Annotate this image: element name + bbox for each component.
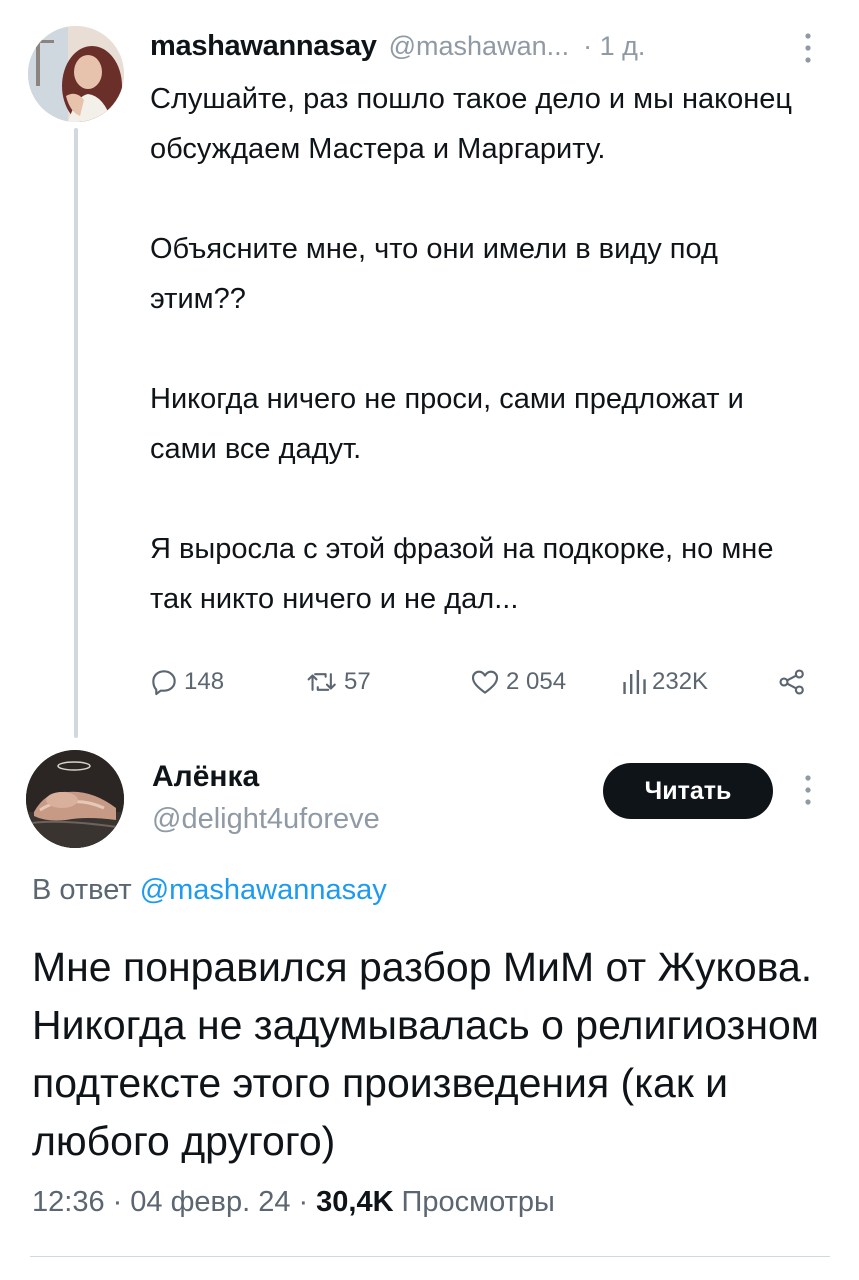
author-name[interactable]: Алёнка xyxy=(152,760,259,794)
follow-button[interactable]: Читать xyxy=(603,763,773,819)
more-vertical-icon[interactable] xyxy=(802,772,814,813)
tweet-paragraph: Объясните мне, что они имели в виду под … xyxy=(150,233,718,315)
views-label: Просмотры xyxy=(401,1186,555,1218)
reply-prefix: В ответ xyxy=(32,874,132,906)
avatar-image xyxy=(26,750,124,848)
retweet-button[interactable]: 57 xyxy=(306,660,371,704)
tweet-time[interactable]: · 1 д. xyxy=(583,31,645,62)
tweet-paragraph: Никогда ничего не проси, сами предложат … xyxy=(150,383,744,465)
separator-dot: · xyxy=(298,1186,309,1218)
author-handle[interactable]: @mashawan... xyxy=(389,31,569,62)
views-chart-icon xyxy=(623,670,646,694)
reply-button[interactable]: 148 xyxy=(148,660,224,704)
tweet-text: Слушайте, раз пошло такое дело и мы нако… xyxy=(150,74,810,624)
tweet-header: mashawannasay @mashawan... · 1 д. xyxy=(150,28,645,64)
like-count: 2 054 xyxy=(506,668,567,695)
tweet-actions: 148 57 2 054 232K xyxy=(148,660,818,704)
views-count[interactable]: 30,4K xyxy=(316,1186,393,1219)
thread-line xyxy=(74,128,78,738)
more-vertical-icon[interactable] xyxy=(802,30,814,71)
heart-icon xyxy=(471,670,499,694)
tweet-paragraph: Я выросла с этой фразой на подкорке, но … xyxy=(150,533,774,615)
author-handle[interactable]: @delight4uforeve xyxy=(152,803,380,836)
share-button[interactable] xyxy=(776,660,808,704)
avatar-image xyxy=(28,26,124,122)
retweet-icon xyxy=(307,673,336,691)
views-count: 232K xyxy=(652,668,709,695)
tweet-date[interactable]: 04 февр. 24 xyxy=(130,1186,290,1219)
retweet-count: 57 xyxy=(344,668,371,695)
share-icon xyxy=(779,669,804,695)
tweet-time[interactable]: 12:36 xyxy=(32,1186,105,1219)
reply-icon xyxy=(152,670,176,696)
tweet-text: Мне понравился разбор МиМ от Жукова. Ник… xyxy=(32,944,819,1164)
views-button[interactable]: 232K xyxy=(620,660,708,704)
avatar[interactable] xyxy=(26,750,124,848)
reply-count: 148 xyxy=(184,668,225,695)
divider xyxy=(30,1256,830,1257)
author-name[interactable]: mashawannasay xyxy=(150,30,377,63)
tweet-paragraph: Слушайте, раз пошло такое дело и мы нако… xyxy=(150,83,793,165)
like-button[interactable]: 2 054 xyxy=(468,660,566,704)
avatar[interactable] xyxy=(28,26,124,122)
reply-mention-link[interactable]: @mashawannasay xyxy=(140,874,387,906)
separator-dot: · xyxy=(112,1186,123,1218)
reply-context: В ответ @mashawannasay xyxy=(32,874,387,907)
tweet-meta: 12:36 · 04 февр. 24 · 30,4K Просмотры xyxy=(32,1186,555,1219)
